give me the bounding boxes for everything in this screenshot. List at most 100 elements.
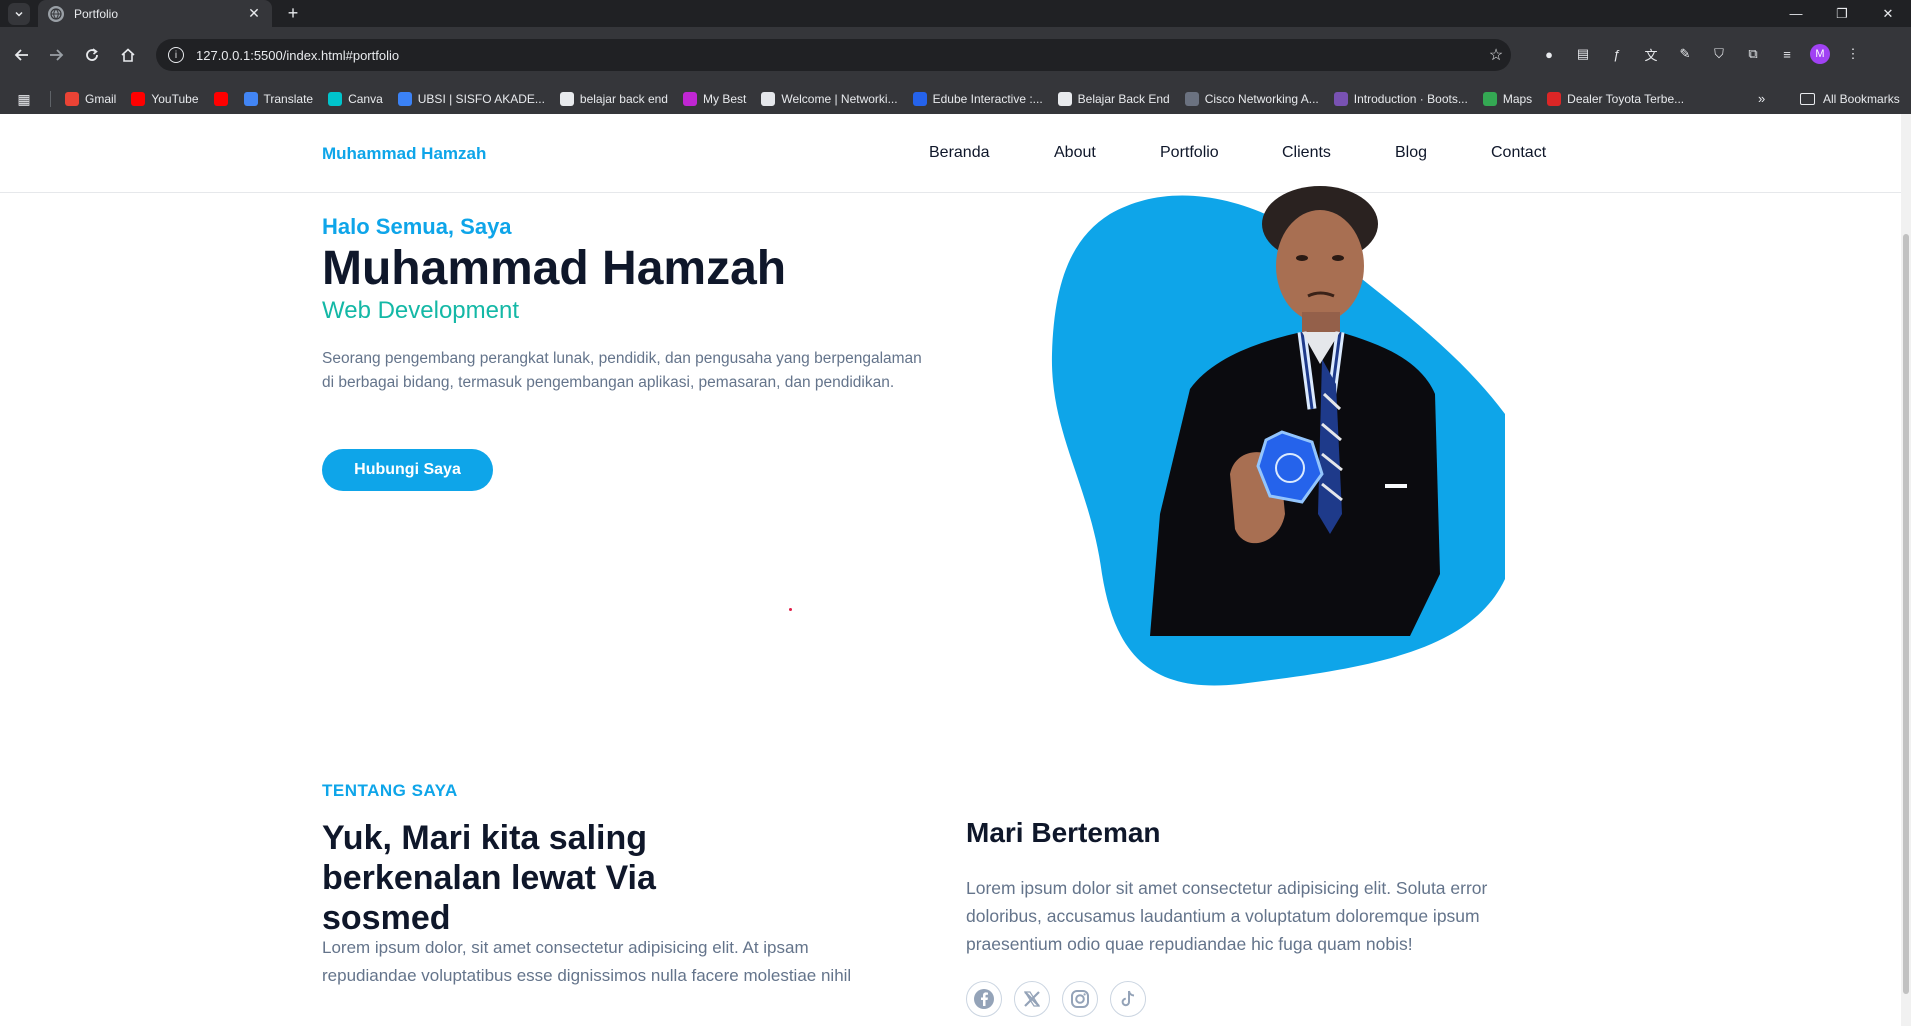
translate-extension-icon[interactable]: 文 (1640, 43, 1662, 65)
browser-toolbar: i 127.0.0.1:5500/index.html#portfolio ☆ … (0, 27, 1911, 84)
bookmark-favicon-icon (1333, 92, 1348, 106)
restore-button[interactable]: ❐ (1819, 0, 1865, 27)
bookmark-label: UBSI | SISFO AKADE... (417, 92, 545, 106)
bookmark-item[interactable]: belajar back end (559, 92, 668, 106)
bookmark-label: Maps (1502, 92, 1533, 106)
x-icon (1023, 991, 1041, 1007)
x-link[interactable] (1014, 981, 1050, 1017)
bookmark-item[interactable]: Welcome | Networki... (761, 92, 898, 106)
bookmark-label: Dealer Toyota Terbe... (1567, 92, 1685, 106)
bookmark-item[interactable]: Cisco Networking A... (1184, 92, 1319, 106)
eyedropper-extension-icon[interactable]: ✎ (1674, 43, 1696, 65)
bookmark-star-icon[interactable]: ☆ (1481, 45, 1511, 65)
tab-search-button[interactable] (8, 3, 30, 25)
site-logo[interactable]: Muhammad Hamzah (322, 144, 486, 164)
bookmark-item[interactable]: Gmail (65, 92, 116, 106)
bookmark-favicon-icon (682, 92, 697, 106)
bookmark-label: Belajar Back End (1077, 92, 1170, 106)
bookmark-item[interactable] (213, 92, 234, 106)
hero-name: Muhammad Hamzah (322, 242, 787, 295)
facebook-link[interactable] (966, 981, 1002, 1017)
nav-link-portfolio[interactable]: Portfolio (1160, 144, 1219, 162)
puzzle-extensions-icon[interactable]: ⧉ (1742, 43, 1764, 65)
nav-link-contact[interactable]: Contact (1491, 144, 1546, 162)
apps-grid-icon[interactable]: ▦ (14, 91, 34, 107)
bookmark-favicon-icon (213, 92, 228, 106)
contact-me-button[interactable]: Hubungi Saya (322, 449, 493, 491)
bookmark-favicon-icon (1482, 92, 1497, 106)
address-url[interactable]: 127.0.0.1:5500/index.html#portfolio (196, 48, 1481, 63)
bookmark-favicon-icon (397, 92, 412, 106)
all-bookmarks-button[interactable]: All Bookmarks (1800, 84, 1900, 114)
bookmark-item[interactable]: Introduction · Boots... (1333, 92, 1468, 106)
bookmark-favicon-icon (761, 92, 776, 106)
tiktok-link[interactable] (1110, 981, 1146, 1017)
bookmark-favicon-icon (328, 92, 343, 106)
tab-title: Portfolio (74, 6, 119, 21)
address-bar[interactable]: i 127.0.0.1:5500/index.html#portfolio ☆ (156, 39, 1511, 71)
bookmark-label: Translate (263, 92, 314, 106)
bookmark-item[interactable]: Canva (328, 92, 383, 106)
bookmark-item[interactable]: Maps (1482, 92, 1533, 106)
minimize-button[interactable]: — (1773, 0, 1819, 27)
bookmarks-bar: ▦ Gmail YouTube Translate Canva UBSI | SISFO… (0, 84, 1911, 114)
bookmark-item[interactable]: My Best (682, 92, 747, 106)
close-tab-icon[interactable]: ✕ (246, 5, 262, 22)
bookmark-item[interactable]: UBSI | SISFO AKADE... (397, 92, 545, 106)
window-controls: — ❐ ✕ (1773, 0, 1911, 27)
nav-link-about[interactable]: About (1054, 144, 1096, 162)
hero-portrait-illustration (1051, 186, 1505, 686)
bookmark-label: Introduction · Boots... (1353, 92, 1468, 106)
bookmark-label: My Best (702, 92, 747, 106)
tiktok-icon (1121, 990, 1135, 1007)
instagram-link[interactable] (1062, 981, 1098, 1017)
nav-link-beranda[interactable]: Beranda (929, 144, 990, 162)
home-icon (121, 48, 135, 62)
page-scrollbar[interactable] (1901, 114, 1911, 1026)
bookmark-label: Canva (348, 92, 383, 106)
bookmark-label: Welcome | Networki... (781, 92, 898, 106)
browser-chrome: Portfolio ✕ + — ❐ ✕ i 127.0.0.1:5500/ind… (0, 0, 1911, 114)
bookmark-label: Gmail (85, 92, 117, 106)
bookmark-item[interactable]: YouTube (131, 92, 199, 106)
bookmark-label: belajar back end (579, 92, 668, 106)
menu-kebab-icon[interactable]: ⋮ (1842, 43, 1864, 65)
function-extension-icon[interactable]: ƒ (1606, 43, 1628, 65)
tab-portfolio[interactable]: Portfolio ✕ (38, 0, 272, 27)
facebook-icon (974, 989, 994, 1009)
bookmark-favicon-icon (243, 92, 258, 106)
bookmark-favicon-icon (65, 92, 79, 106)
folder-icon (1800, 93, 1815, 105)
arrow-left-icon (14, 49, 28, 61)
more-bookmarks-icon[interactable]: » (1758, 91, 1765, 106)
scrollbar-thumb[interactable] (1903, 234, 1909, 994)
globe-icon (48, 5, 64, 22)
reload-button[interactable] (80, 43, 104, 67)
bookmark-item[interactable]: Belajar Back End (1057, 92, 1170, 106)
bookmarks-divider (50, 91, 51, 107)
friends-text: Lorem ipsum dolor sit amet consectetur a… (966, 878, 1488, 954)
new-tab-button[interactable]: + (282, 3, 304, 25)
bookmark-list: Gmail YouTube Translate Canva UBSI | SISFO A… (65, 92, 1699, 106)
bookmark-item[interactable]: Edube Interactive :... (912, 92, 1043, 106)
page-viewport: Muhammad Hamzah Beranda About Portfolio … (0, 114, 1901, 1026)
bookmark-item[interactable]: Translate (243, 92, 314, 106)
nav-link-blog[interactable]: Blog (1395, 144, 1427, 162)
cursor-extension-icon[interactable]: ● (1538, 43, 1560, 65)
site-header: Muhammad Hamzah Beranda About Portfolio … (0, 114, 1901, 193)
about-label: TENTANG SAYA (322, 781, 458, 800)
tab-strip: Portfolio ✕ + — ❐ ✕ (0, 0, 1911, 27)
bookmark-favicon-icon (1547, 92, 1562, 106)
media-controls-icon[interactable]: ≡ (1776, 43, 1798, 65)
home-button[interactable] (116, 43, 140, 67)
shield-extension-icon[interactable]: ⛉ (1708, 43, 1730, 65)
forward-button[interactable] (44, 43, 68, 67)
profile-avatar[interactable]: M (1810, 44, 1830, 64)
hero-greeting: Halo Semua, Saya (322, 214, 512, 239)
close-window-button[interactable]: ✕ (1865, 0, 1911, 27)
nav-link-clients[interactable]: Clients (1282, 144, 1331, 162)
bookmark-item[interactable]: Dealer Toyota Terbe... (1547, 92, 1684, 106)
site-info-icon[interactable]: i (168, 47, 184, 63)
back-button[interactable] (10, 43, 34, 67)
window-extension-icon[interactable]: ▤ (1572, 43, 1594, 65)
